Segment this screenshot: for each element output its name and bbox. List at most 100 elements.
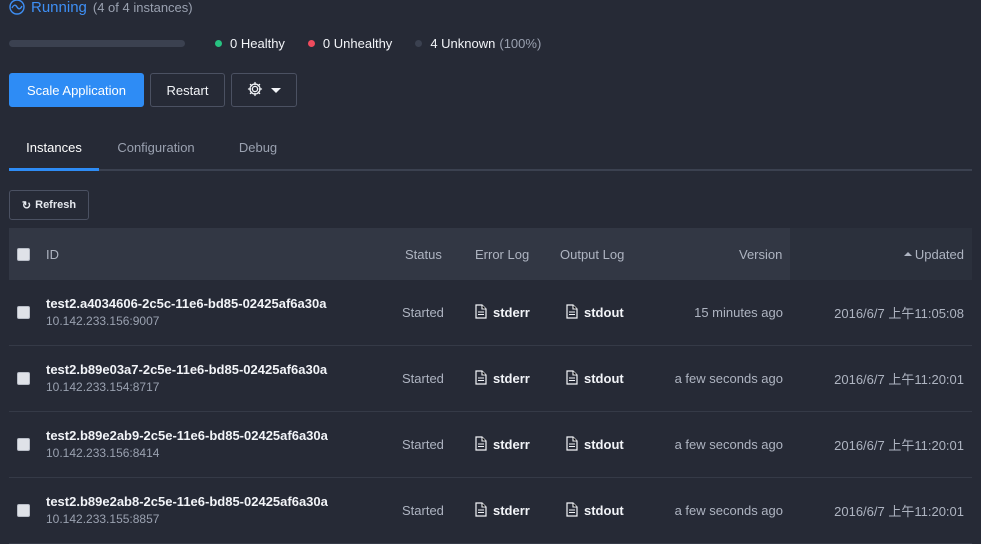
status-title: Running xyxy=(31,0,87,16)
health-summary: 0 Healthy 0 Unhealthy 4 Unknown (100%) xyxy=(9,33,564,53)
table-row[interactable]: test2.b89e2ab9-2c5e-11e6-bd85-02425af6a3… xyxy=(9,412,972,478)
header-updated[interactable]: Updated xyxy=(903,228,964,280)
instance-cell: test2.b89e03a7-2c5e-11e6-bd85-02425af6a3… xyxy=(46,362,327,394)
stderr-label: stderr xyxy=(493,305,530,320)
instance-status: Started xyxy=(402,503,444,518)
health-bar xyxy=(9,39,185,47)
header-version[interactable]: Version xyxy=(739,228,782,280)
file-icon xyxy=(475,435,487,454)
instance-updated: 2016/6/7 上午11:20:01 xyxy=(834,438,964,453)
row-checkbox[interactable] xyxy=(17,438,30,451)
file-icon xyxy=(566,303,578,322)
instance-version: a few seconds ago xyxy=(674,371,783,386)
stderr-label: stderr xyxy=(493,371,530,386)
status-wave-icon xyxy=(9,0,25,15)
instance-id[interactable]: test2.b89e2ab9-2c5e-11e6-bd85-02425af6a3… xyxy=(46,428,328,443)
instance-cell: test2.b89e2ab9-2c5e-11e6-bd85-02425af6a3… xyxy=(46,428,328,460)
instance-address: 10.142.233.156:8414 xyxy=(46,446,160,460)
file-icon xyxy=(566,369,578,388)
sort-ascending-icon xyxy=(903,252,912,256)
table-row[interactable]: test2.b89e03a7-2c5e-11e6-bd85-02425af6a3… xyxy=(9,346,972,412)
row-checkbox-cell xyxy=(17,412,30,477)
row-checkbox-cell xyxy=(17,280,30,345)
unhealthy-count: 0 Unhealthy xyxy=(322,35,393,51)
table-row[interactable]: test2.a4034606-2c5c-11e6-bd85-02425af6a3… xyxy=(9,280,972,346)
chevron-down-icon xyxy=(271,87,281,93)
healthy-legend: 0 Healthy xyxy=(215,36,285,51)
settings-dropdown-button[interactable] xyxy=(231,73,297,107)
instance-version: a few seconds ago xyxy=(674,437,783,452)
tab-bar: Instances Configuration Debug xyxy=(9,126,972,171)
table-row[interactable]: test2.b89e2ab8-2c5e-11e6-bd85-02425af6a3… xyxy=(9,478,972,544)
stdout-link[interactable]: stdout xyxy=(566,280,624,345)
stderr-label: stderr xyxy=(493,503,530,518)
instance-cell: test2.a4034606-2c5c-11e6-bd85-02425af6a3… xyxy=(46,296,326,328)
instance-status: Started xyxy=(402,371,444,386)
header-status[interactable]: Status xyxy=(405,228,442,280)
file-icon xyxy=(566,435,578,454)
unknown-legend: 4 Unknown (100%) xyxy=(415,36,541,51)
unknown-count: 4 Unknown xyxy=(430,35,496,51)
healthy-dot-icon xyxy=(215,39,222,47)
instance-version: a few seconds ago xyxy=(674,503,783,518)
instance-cell: test2.b89e2ab8-2c5e-11e6-bd85-02425af6a3… xyxy=(46,494,328,526)
refresh-icon: ↻ xyxy=(21,199,32,212)
tab-configuration[interactable]: Configuration xyxy=(106,126,206,169)
stdout-label: stdout xyxy=(584,305,624,320)
gear-icon xyxy=(247,81,263,100)
app-status: Running (4 of 4 instances) xyxy=(9,0,193,18)
stderr-label: stderr xyxy=(493,437,530,452)
header-error-log[interactable]: Error Log xyxy=(475,228,529,280)
stderr-link[interactable]: stderr xyxy=(475,346,530,411)
instance-updated: 2016/6/7 上午11:20:01 xyxy=(834,372,964,387)
stderr-link[interactable]: stderr xyxy=(475,478,530,543)
tab-instances[interactable]: Instances xyxy=(9,126,99,171)
row-checkbox-cell xyxy=(17,478,30,543)
select-all-checkbox[interactable] xyxy=(17,247,30,261)
row-checkbox[interactable] xyxy=(17,504,30,517)
instance-count: (4 of 4 instances) xyxy=(92,0,193,15)
header-updated-label: Updated xyxy=(914,246,964,262)
instance-updated: 2016/6/7 上午11:05:08 xyxy=(834,306,964,321)
select-all-checkbox-cell xyxy=(17,228,30,280)
row-checkbox[interactable] xyxy=(17,306,30,319)
table-body: test2.a4034606-2c5c-11e6-bd85-02425af6a3… xyxy=(9,280,972,544)
unknown-dot-icon xyxy=(415,39,423,47)
scale-application-button[interactable]: Scale Application xyxy=(9,73,144,107)
instance-version: 15 minutes ago xyxy=(694,305,783,320)
stdout-link[interactable]: stdout xyxy=(566,346,624,411)
stdout-link[interactable]: stdout xyxy=(566,478,624,543)
tab-debug[interactable]: Debug xyxy=(227,126,289,169)
unknown-percent: (100%) xyxy=(499,35,542,51)
refresh-button[interactable]: ↻ Refresh xyxy=(9,190,89,220)
header-output-log[interactable]: Output Log xyxy=(560,228,624,280)
instance-status: Started xyxy=(402,437,444,452)
unhealthy-dot-icon xyxy=(307,39,315,47)
instance-id[interactable]: test2.b89e2ab8-2c5e-11e6-bd85-02425af6a3… xyxy=(46,494,328,509)
stdout-label: stdout xyxy=(584,503,624,518)
stderr-link[interactable]: stderr xyxy=(475,280,530,345)
header-id[interactable]: ID xyxy=(46,228,59,280)
instance-id[interactable]: test2.a4034606-2c5c-11e6-bd85-02425af6a3… xyxy=(46,296,326,311)
stdout-label: stdout xyxy=(584,437,624,452)
instance-updated: 2016/6/7 上午11:20:01 xyxy=(834,504,964,519)
file-icon xyxy=(475,369,487,388)
row-checkbox-cell xyxy=(17,346,30,411)
stderr-link[interactable]: stderr xyxy=(475,412,530,477)
instance-address: 10.142.233.155:8857 xyxy=(46,512,160,526)
instances-table: ID Status Error Log Output Log Version U… xyxy=(9,228,972,544)
healthy-count: 0 Healthy xyxy=(230,35,285,51)
instance-status: Started xyxy=(402,305,444,320)
file-icon xyxy=(566,501,578,520)
instance-id[interactable]: test2.b89e03a7-2c5e-11e6-bd85-02425af6a3… xyxy=(46,362,327,377)
instance-address: 10.142.233.156:9007 xyxy=(46,314,160,328)
table-header: ID Status Error Log Output Log Version U… xyxy=(9,228,972,280)
stdout-link[interactable]: stdout xyxy=(566,412,624,477)
refresh-label: Refresh xyxy=(35,199,77,211)
action-toolbar: Scale Application Restart xyxy=(9,73,297,107)
stdout-label: stdout xyxy=(584,371,624,386)
unhealthy-legend: 0 Unhealthy xyxy=(307,35,393,51)
restart-button[interactable]: Restart xyxy=(150,73,225,107)
file-icon xyxy=(475,303,487,322)
row-checkbox[interactable] xyxy=(17,372,30,385)
